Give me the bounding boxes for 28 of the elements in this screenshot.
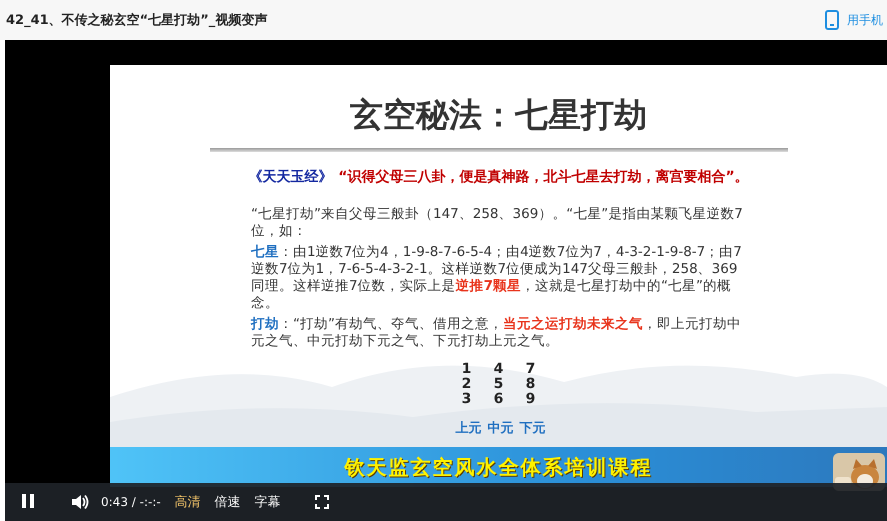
yuan-label: 上元 (456, 420, 482, 437)
grid-number: 1 (460, 362, 472, 377)
banner-text: 钦天监玄空风水全体系培训课程 (344, 454, 652, 480)
time-display: 0:43 / -:-:- (101, 495, 161, 509)
paragraph: “七星打劫”来自父母三般卦（147、258、369）。“七星”是指由某颗飞星逆数7位，如： (251, 206, 744, 240)
grid-number: 8 (524, 377, 536, 392)
player-option[interactable]: 倍速 (212, 493, 243, 511)
grid-number: 6 (492, 392, 504, 407)
yuan-label: 中元 (488, 420, 514, 437)
grid-number: 7 (524, 362, 536, 377)
paragraph: 七星：由1逆数7位为4，1-9-8-7-6-5-4；由4逆数7位为7，4-3-2-1-9-8-7；由7逆数7位为1，7-6-5-4-3-2-1。这样逆数7位便成为147父母三般卦，258、369同理。这样逆推7位数，实际上是逆推7颗星，这就是七星打劫中的“七星”的概念。 (251, 244, 743, 312)
phone-icon[interactable] (825, 10, 839, 30)
grid-number: 4 (492, 362, 504, 377)
grid-number: 9 (524, 392, 536, 407)
grid-number: 2 (460, 377, 472, 392)
quote-text: “识得父母三八卦，便是真神路，北斗七星去打劫，离宫要相合”。 (338, 169, 749, 185)
pause-icon[interactable] (22, 494, 34, 508)
player-option[interactable]: 高清 (172, 493, 203, 511)
player-option[interactable]: 字幕 (252, 493, 283, 511)
volume-icon[interactable] (71, 494, 89, 510)
fullscreen-icon[interactable] (314, 495, 329, 509)
grid-number: 3 (460, 392, 472, 407)
video-title: 42_41、不传之秘玄空“七星打劫”_视频变声 (6, 12, 268, 29)
book-title: 《天天玉经》 (248, 169, 332, 185)
slide-title: 玄空秘法：七星打劫 (350, 94, 647, 136)
grid-number: 5 (492, 377, 504, 392)
paragraph: 打劫：“打劫”有劫气、夺气、借用之意，当元之运打劫未来之气，即上元打劫中元之气、中元打劫下元之气、下元打劫上元之气。 (251, 316, 742, 350)
yuan-label: 下元 (520, 420, 546, 437)
